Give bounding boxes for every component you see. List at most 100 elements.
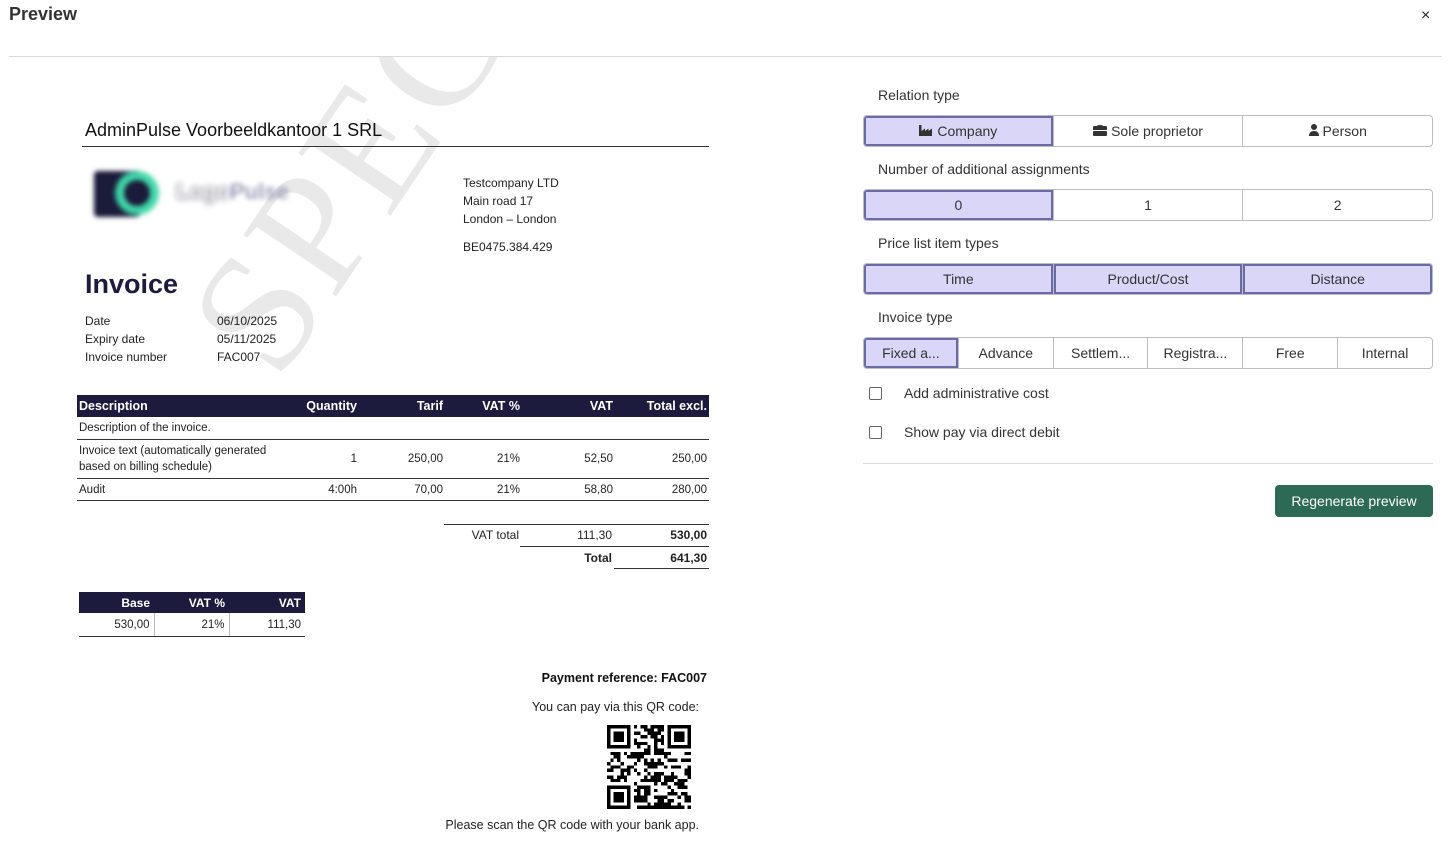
briefcase-icon: [1093, 123, 1108, 139]
invoice-type-fixed[interactable]: Fixed a...: [864, 338, 959, 368]
modal-title: Preview: [9, 4, 78, 24]
relation-option-person[interactable]: Person: [1243, 116, 1432, 146]
total-label: Total: [584, 551, 612, 565]
assignments-selector: 0 1 2: [863, 189, 1433, 221]
firm-name: AdminPulse Voorbeeldkantoor 1 SRL: [85, 120, 383, 140]
invoice-type-label: Invoice type: [878, 309, 953, 325]
assignments-option-2[interactable]: 2: [1243, 190, 1432, 220]
col-total-excl: Total excl.: [615, 395, 709, 417]
modal-header: Preview ×: [0, 0, 1448, 57]
close-icon[interactable]: ×: [1421, 6, 1430, 26]
vat-total-value: 111,30: [577, 528, 612, 542]
col-quantity: Quantity: [282, 395, 359, 417]
assignments-option-1[interactable]: 1: [1054, 190, 1244, 220]
logo-word-2: Pulse: [230, 179, 289, 204]
col-vat: VAT: [522, 395, 615, 417]
direct-debit-checkbox[interactable]: [869, 425, 882, 439]
relation-type-selector: Company Sole proprietor Person: [863, 115, 1433, 147]
assignments-option-0[interactable]: 0: [864, 190, 1054, 220]
col-base: Base: [79, 592, 154, 613]
payment-qr-code: [607, 725, 691, 809]
col-vat: VAT: [229, 592, 305, 613]
invoice-type-advance[interactable]: Advance: [959, 338, 1054, 368]
col-vat-pct: VAT %: [154, 592, 229, 613]
price-item-types-label: Price list item types: [878, 235, 999, 251]
recipient-name: Testcompany LTD: [463, 176, 559, 190]
line-vat-pct: 21%: [445, 478, 522, 501]
line-vat: 52,50: [522, 439, 615, 479]
user-icon: [1308, 123, 1319, 139]
admin-cost-checkbox[interactable]: [869, 386, 882, 400]
line-quantity: 4:00h: [282, 478, 359, 501]
invoice-preview: SPECIMEN AdminPulse Voorbeeldkantoor 1 S…: [0, 57, 840, 868]
vat-total-label: VAT total: [471, 528, 519, 542]
invoice-description: Description of the invoice.: [77, 417, 709, 440]
line-tarif: 70,00: [359, 478, 445, 501]
relation-option-label: Person: [1322, 123, 1367, 139]
expiry-value: 05/11/2025: [217, 332, 277, 346]
relation-option-label: Company: [937, 123, 998, 139]
line-vat-pct: 21%: [445, 439, 522, 479]
admin-cost-row: Add administrative cost: [869, 385, 1049, 401]
price-type-time[interactable]: Time: [864, 264, 1054, 294]
table-header-row: Description Quantity Tarif VAT % VAT Tot…: [77, 395, 709, 417]
invoice-type-selector: Fixed a... Advance Settlem... Registra..…: [863, 337, 1433, 369]
scan-instruction: Please scan the QR code with your bank a…: [445, 818, 699, 832]
summary-base: 530,00: [79, 613, 155, 637]
total-value: 641,30: [670, 551, 707, 565]
invoice-number-value: FAC007: [217, 350, 261, 364]
invoice-type-internal[interactable]: Internal: [1338, 338, 1432, 368]
company-logo: Logo Pulse: [92, 169, 307, 221]
invoice-lines-table: Description Quantity Tarif VAT % VAT Tot…: [77, 395, 709, 501]
table-row: Description of the invoice.: [77, 417, 709, 440]
invoice-type-settlement[interactable]: Settlem...: [1054, 338, 1149, 368]
col-description: Description: [77, 395, 282, 417]
relation-option-sole-proprietor[interactable]: Sole proprietor: [1054, 116, 1244, 146]
admin-cost-label: Add administrative cost: [904, 385, 1049, 401]
logo-word: Logo: [176, 179, 230, 204]
line-total: 280,00: [615, 478, 709, 501]
totals-top-rule: [444, 524, 709, 525]
summary-vat-pct: 21%: [154, 613, 230, 637]
table-header-row: Base VAT % VAT: [79, 592, 305, 613]
line-vat: 58,80: [522, 478, 615, 501]
date-value: 06/10/2025: [217, 314, 278, 328]
date-label: Date: [85, 314, 111, 328]
direct-debit-label: Show pay via direct debit: [904, 424, 1060, 440]
col-tarif: Tarif: [359, 395, 445, 417]
excl-total-value: 530,00: [670, 528, 707, 542]
invoice-number-label: Invoice number: [85, 350, 168, 364]
recipient-street: Main road 17: [463, 194, 534, 208]
recipient-vat: BE0475.384.429: [463, 240, 553, 254]
expiry-label: Expiry date: [85, 332, 146, 346]
line-description: Audit: [77, 478, 282, 501]
line-total: 250,00: [615, 439, 709, 479]
relation-option-company[interactable]: Company: [864, 116, 1054, 146]
invoice-type-registration[interactable]: Registra...: [1148, 338, 1244, 368]
table-row: Invoice text (automatically generated ba…: [77, 439, 709, 479]
relation-option-label: Sole proprietor: [1111, 123, 1203, 139]
vat-summary-table: Base VAT % VAT 530,00 21% 111,30: [79, 592, 305, 637]
direct-debit-row: Show pay via direct debit: [869, 424, 1060, 440]
payment-reference: Payment reference: FAC007: [541, 671, 707, 685]
totals-bottom-rule: [614, 568, 709, 569]
summary-vat: 111,30: [229, 613, 305, 637]
recipient-city: London – London: [463, 212, 557, 226]
price-type-distance[interactable]: Distance: [1243, 264, 1432, 294]
assignments-label: Number of additional assignments: [878, 161, 1090, 177]
price-type-product-cost[interactable]: Product/Cost: [1053, 264, 1244, 294]
qr-instruction: You can pay via this QR code:: [532, 700, 699, 714]
relation-type-label: Relation type: [878, 87, 960, 103]
regenerate-preview-button[interactable]: Regenerate preview: [1275, 485, 1433, 517]
table-row: 530,00 21% 111,30: [79, 613, 305, 637]
firm-divider: [82, 146, 709, 147]
preview-options-panel: Relation type Company Sole proprietor Pe…: [863, 57, 1433, 868]
invoice-type-free[interactable]: Free: [1243, 338, 1339, 368]
table-row: Audit 4:00h 70,00 21% 58,80 280,00: [77, 478, 709, 501]
totals-mid-rule: [520, 546, 709, 547]
line-description: Invoice text (automatically generated ba…: [77, 439, 282, 479]
price-item-types-selector: Time Product/Cost Distance: [863, 263, 1433, 295]
panel-divider: [863, 463, 1433, 464]
line-tarif: 250,00: [359, 439, 445, 479]
industry-icon: [919, 123, 933, 139]
